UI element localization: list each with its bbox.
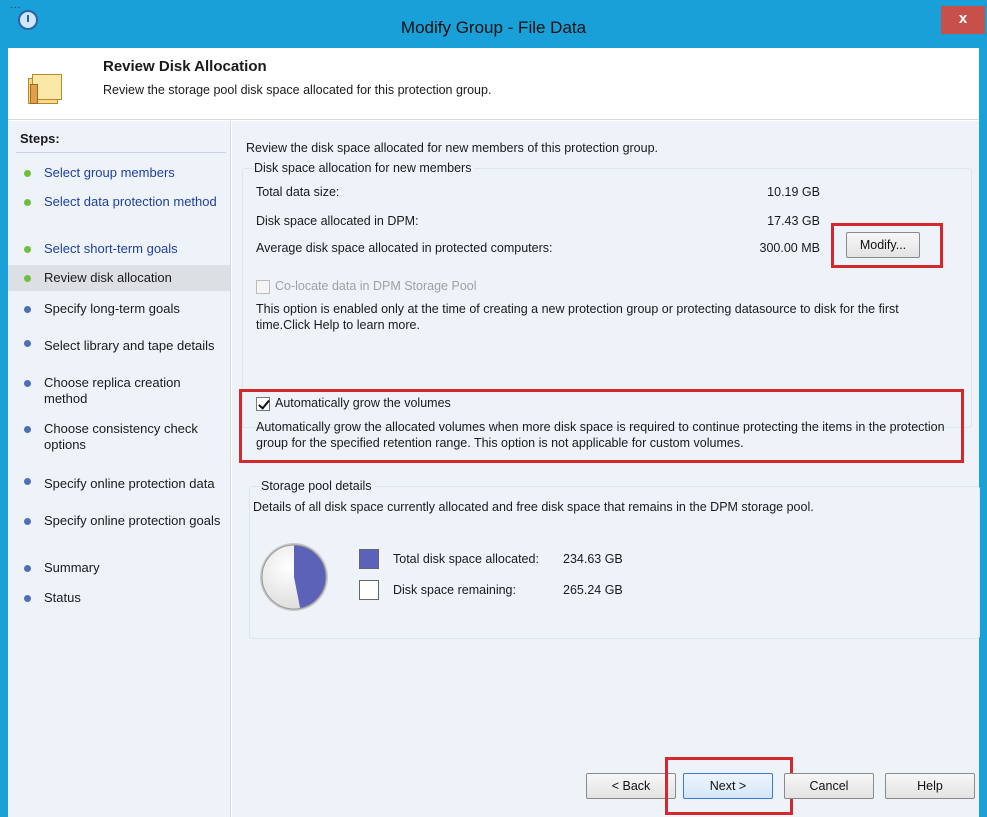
- step-label: Specify long-term goals: [44, 301, 180, 316]
- step-specify-online-protection-data[interactable]: Specify online protection data: [8, 476, 230, 498]
- step-label: Select group members: [44, 165, 175, 180]
- step-label: Select library and tape details: [44, 338, 215, 353]
- step-select-group-members[interactable]: Select group members: [8, 165, 230, 187]
- cancel-button[interactable]: Cancel: [784, 773, 874, 799]
- step-label: Select data protection method: [44, 194, 217, 209]
- allocated-legend-swatch: [359, 549, 379, 569]
- storage-pool-description: Details of all disk space currently allo…: [253, 500, 814, 514]
- step-status-dot: [24, 595, 31, 602]
- dialog-window: ... Modify Group - File Data x Review Di…: [0, 0, 987, 817]
- steps-title: Steps:: [20, 131, 60, 146]
- step-status-dot: [24, 340, 31, 347]
- step-select-short-term-goals[interactable]: Select short-term goals: [8, 241, 230, 263]
- step-status-dot: [24, 170, 31, 177]
- page-subtitle: Review the storage pool disk space alloc…: [103, 83, 492, 97]
- remaining-legend-swatch: [359, 580, 379, 600]
- step-status-dot: [24, 565, 31, 572]
- disk-space-dpm-label: Disk space allocated in DPM:: [256, 214, 419, 228]
- step-status-dot: [24, 426, 31, 433]
- page-header: Review Disk Allocation Review the storag…: [8, 48, 979, 120]
- pie-slice-allocated: [294, 545, 326, 609]
- total-data-size-value: 10.19 GB: [767, 185, 820, 199]
- disk-space-dpm-value: 17.43 GB: [767, 214, 820, 228]
- step-label: Summary: [44, 560, 100, 575]
- step-status-dot: [24, 246, 31, 253]
- step-status-dot: [24, 380, 31, 387]
- step-choose-replica-creation-method[interactable]: Choose replica creation method: [8, 375, 230, 411]
- modify-highlight-box: [831, 223, 943, 268]
- steps-divider: [16, 152, 226, 153]
- window-title: Modify Group - File Data: [400, 18, 587, 37]
- step-status[interactable]: Status: [8, 590, 230, 612]
- menu-dots: ...: [10, 0, 22, 11]
- storage-pool-group-title: Storage pool details: [261, 479, 375, 493]
- remaining-legend-value: 265.24 GB: [563, 583, 623, 597]
- back-button[interactable]: < Back: [586, 773, 676, 799]
- autogrow-highlight-box: [239, 389, 964, 463]
- folder-icon: [28, 74, 62, 104]
- step-status-dot: [24, 275, 31, 282]
- storage-pie-chart: [260, 543, 328, 611]
- colocate-label: Co-locate data in DPM Storage Pool: [275, 279, 477, 293]
- step-status-dot: [24, 199, 31, 206]
- step-label: Review disk allocation: [44, 270, 172, 285]
- allocation-group-title: Disk space allocation for new members: [254, 161, 475, 175]
- main-panel: Review the disk space allocated for new …: [232, 121, 980, 817]
- step-label: Status: [44, 590, 81, 605]
- title-bar: ... Modify Group - File Data x: [0, 0, 987, 48]
- dialog-client: Review Disk Allocation Review the storag…: [8, 48, 980, 817]
- allocated-legend-value: 234.63 GB: [563, 552, 623, 566]
- step-specify-long-term-goals[interactable]: Specify long-term goals: [8, 301, 230, 323]
- help-button[interactable]: Help: [885, 773, 975, 799]
- colocate-checkbox[interactable]: [256, 280, 270, 294]
- step-status-dot: [24, 478, 31, 485]
- steps-panel: Steps: Select group members Select data …: [8, 121, 231, 817]
- step-review-disk-allocation[interactable]: Review disk allocation: [8, 265, 230, 291]
- step-label: Select short-term goals: [44, 241, 178, 256]
- next-highlight-box: [665, 757, 793, 815]
- page-title: Review Disk Allocation: [103, 58, 267, 75]
- step-select-library-and-tape-details[interactable]: Select library and tape details: [8, 338, 230, 360]
- step-label: Specify online protection data: [44, 476, 215, 491]
- step-status-dot: [24, 518, 31, 525]
- step-label: Specify online protection goals: [44, 513, 221, 528]
- step-specify-online-protection-goals[interactable]: Specify online protection goals: [8, 513, 230, 549]
- avg-disk-space-value: 300.00 MB: [759, 241, 820, 255]
- colocate-description: This option is enabled only at the time …: [256, 302, 899, 332]
- allocated-legend-label: Total disk space allocated:: [393, 552, 539, 566]
- step-label: Choose replica creation method: [44, 375, 181, 406]
- remaining-legend-label: Disk space remaining:: [393, 583, 516, 597]
- step-choose-consistency-check-options[interactable]: Choose consistency check options: [8, 421, 230, 457]
- intro-text: Review the disk space allocated for new …: [246, 141, 659, 155]
- step-label: Choose consistency check options: [44, 421, 198, 452]
- step-status-dot: [24, 306, 31, 313]
- total-data-size-label: Total data size:: [256, 185, 340, 199]
- avg-disk-space-label: Average disk space allocated in protecte…: [256, 241, 553, 255]
- close-button[interactable]: x: [941, 6, 985, 34]
- step-summary[interactable]: Summary: [8, 560, 230, 582]
- step-select-data-protection-method[interactable]: Select data protection method: [8, 194, 230, 230]
